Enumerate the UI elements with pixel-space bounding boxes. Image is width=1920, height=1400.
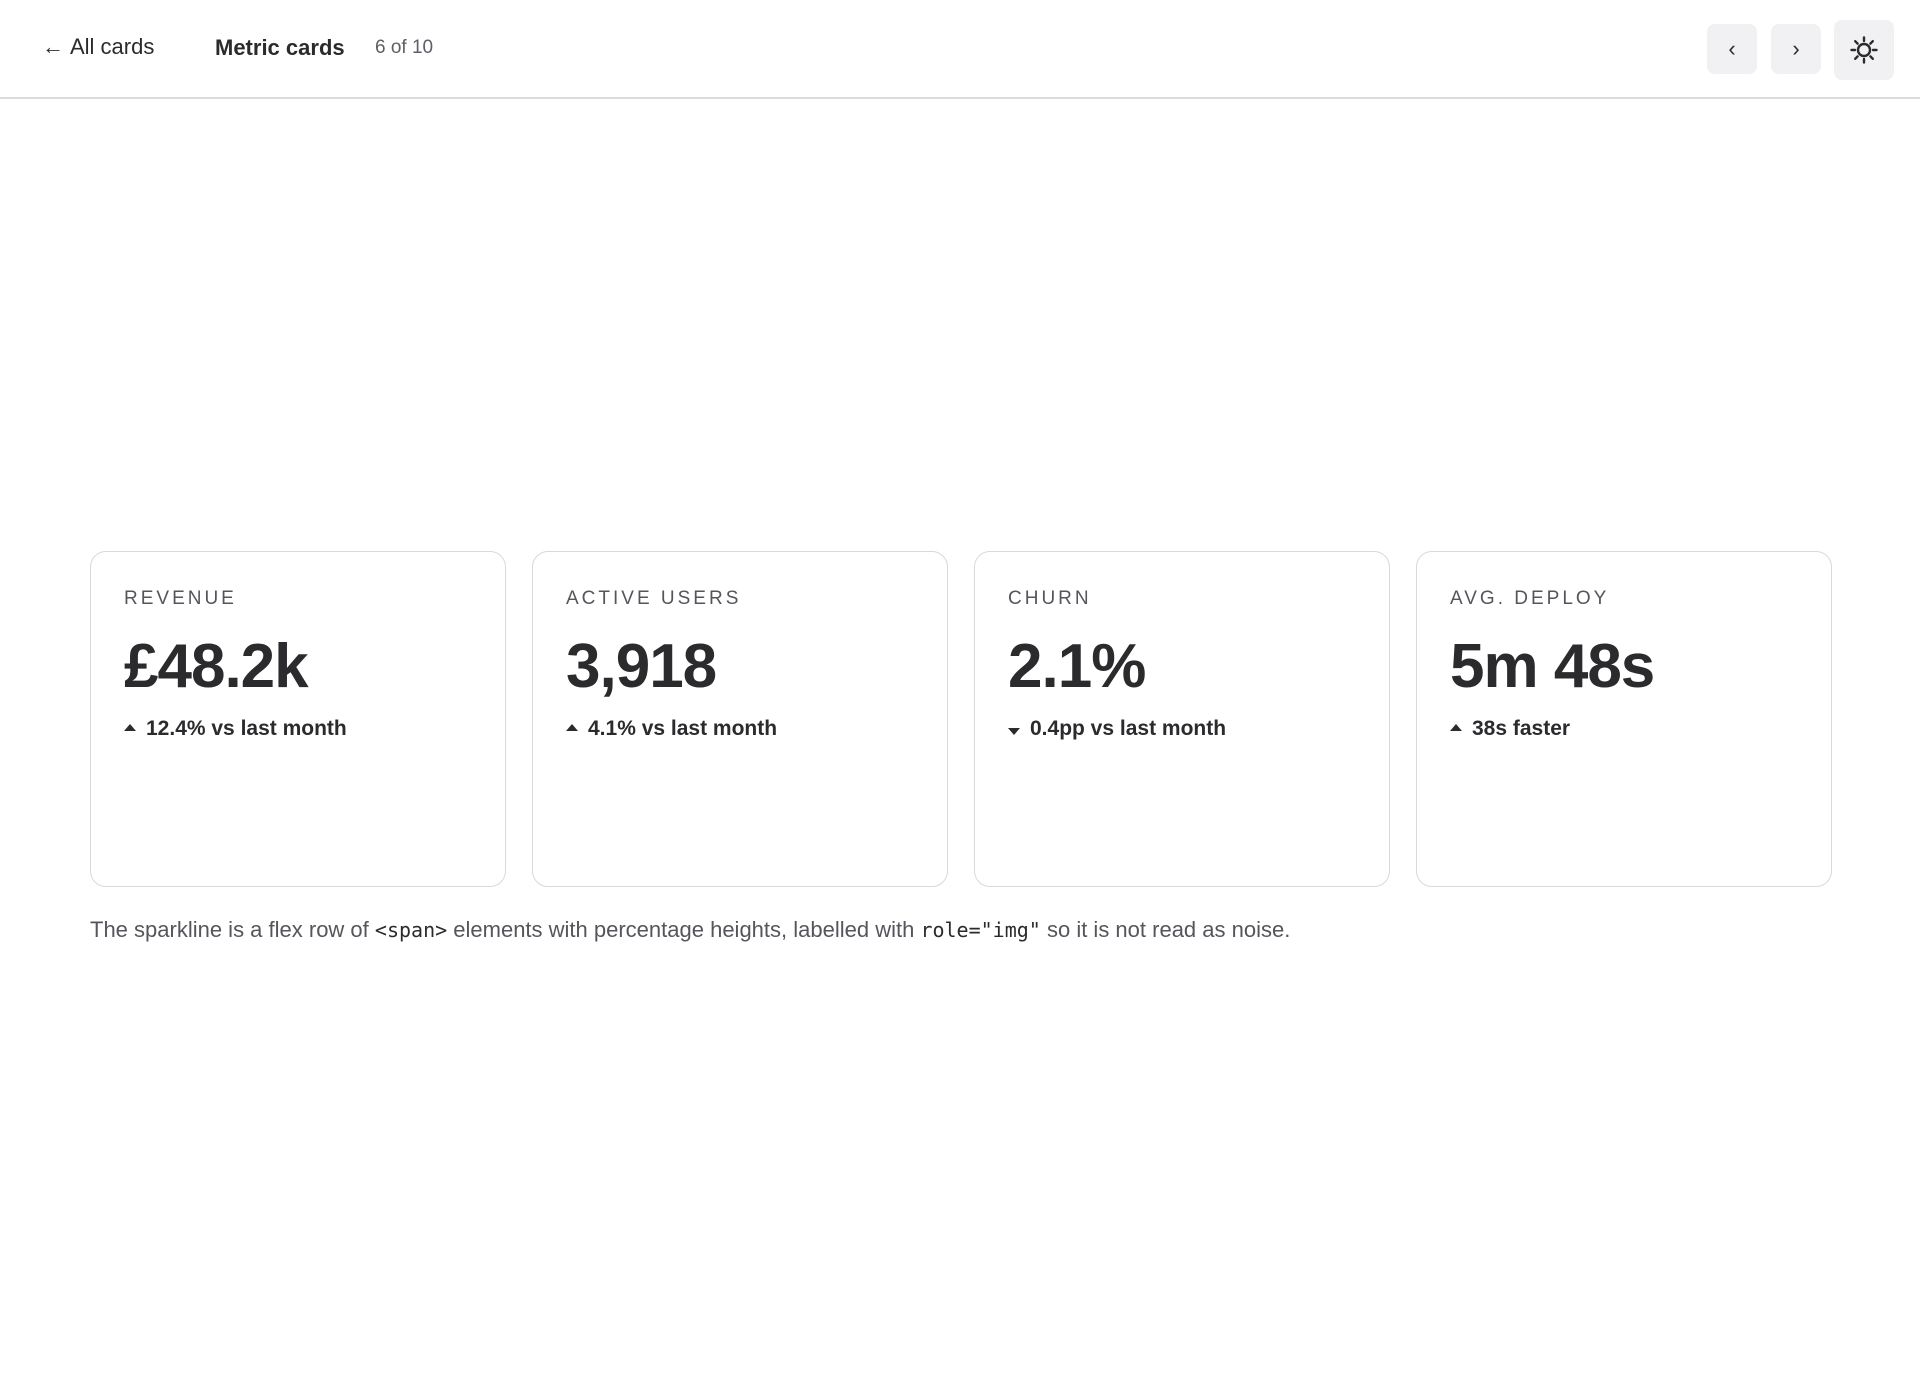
footnote-code-role: role="img" [920, 918, 1041, 942]
metric-delta-text: 12.4% vs last month [146, 717, 347, 741]
metric-card-revenue: REVENUE £48.2k 12.4% vs last month [90, 551, 506, 887]
metric-cards-row: REVENUE £48.2k 12.4% vs last month ACTIV… [90, 551, 1832, 887]
metric-label: AVG. DEPLOY [1450, 588, 1610, 609]
metric-value: 5m 48s [1450, 632, 1655, 701]
metric-card-active-users: ACTIVE USERS 3,918 4.1% vs last month [532, 551, 948, 887]
metric-value: 3,918 [566, 632, 717, 701]
footnote: The sparkline is a flex row of <span> el… [90, 917, 1290, 943]
back-to-all-cards-link[interactable]: ← All cards [42, 34, 154, 60]
trend-down-icon [1008, 727, 1020, 735]
trend-up-icon [1450, 723, 1462, 731]
metric-label: ACTIVE USERS [566, 588, 742, 609]
trend-up-icon [124, 723, 136, 731]
footnote-text-1: The sparkline is a flex row of [90, 917, 375, 942]
trend-up-icon [566, 723, 578, 731]
page-title: Metric cards [215, 35, 345, 60]
metric-value: 2.1% [1008, 632, 1146, 701]
previous-button[interactable]: ‹ [1707, 24, 1757, 74]
metric-delta: 12.4% vs last month [124, 717, 472, 741]
metric-delta: 4.1% vs last month [566, 717, 914, 741]
metric-delta: 38s faster [1450, 717, 1798, 741]
page-counter: 6 of 10 [375, 37, 434, 58]
metric-label: REVENUE [124, 588, 237, 609]
metric-card-churn: CHURN 2.1% 0.4pp vs last month [974, 551, 1390, 887]
next-button[interactable]: › [1771, 24, 1821, 74]
metric-delta-text: 38s faster [1472, 717, 1571, 741]
metric-delta: 0.4pp vs last month [1008, 717, 1356, 741]
top-bar: ← All cards Metric cards 6 of 10 ‹ › [0, 0, 1920, 99]
footnote-code-span: <span> [374, 918, 448, 942]
chevron-left-icon: ‹ [1728, 36, 1736, 61]
footnote-text-2: elements with percentage heights, labell… [447, 917, 921, 942]
metric-delta-text: 4.1% vs last month [588, 717, 778, 741]
metric-delta-text: 0.4pp vs last month [1030, 717, 1227, 741]
arrow-left-icon: ← [42, 34, 64, 59]
metric-card-avg-deploy: AVG. DEPLOY 5m 48s 38s faster [1416, 551, 1832, 887]
metric-label: CHURN [1008, 588, 1092, 609]
back-link-label: All cards [70, 34, 155, 59]
metric-value: £48.2k [124, 632, 309, 701]
theme-toggle-button[interactable] [1834, 20, 1894, 80]
sun-icon [1850, 36, 1878, 64]
footnote-text-3: so it is not read as noise. [1040, 917, 1291, 942]
chevron-right-icon: › [1792, 36, 1800, 61]
